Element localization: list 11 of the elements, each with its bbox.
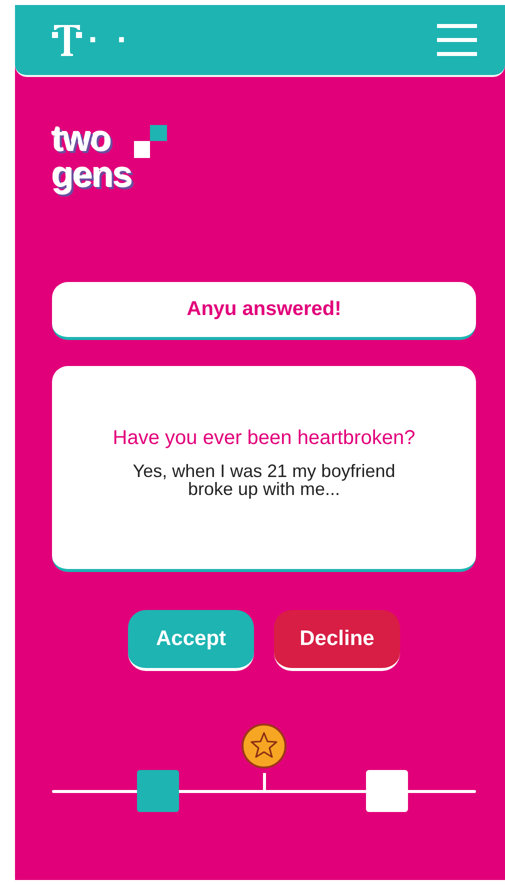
accept-button[interactable]: Accept xyxy=(128,610,254,671)
t-logo-icon xyxy=(52,23,82,57)
menu-icon[interactable] xyxy=(437,24,477,56)
logo-dots: · · xyxy=(88,23,132,57)
question-text: Have you ever been heartbroken? xyxy=(112,427,416,450)
logo-text: gens xyxy=(52,157,132,193)
logo-text: two xyxy=(52,121,112,157)
decline-button[interactable]: Decline xyxy=(274,610,400,671)
squares-icon xyxy=(134,125,168,158)
answer-text: Yes, when I was 21 my boyfriend broke up with me... xyxy=(132,462,396,498)
banner-text: Anyu answered! xyxy=(186,298,342,321)
